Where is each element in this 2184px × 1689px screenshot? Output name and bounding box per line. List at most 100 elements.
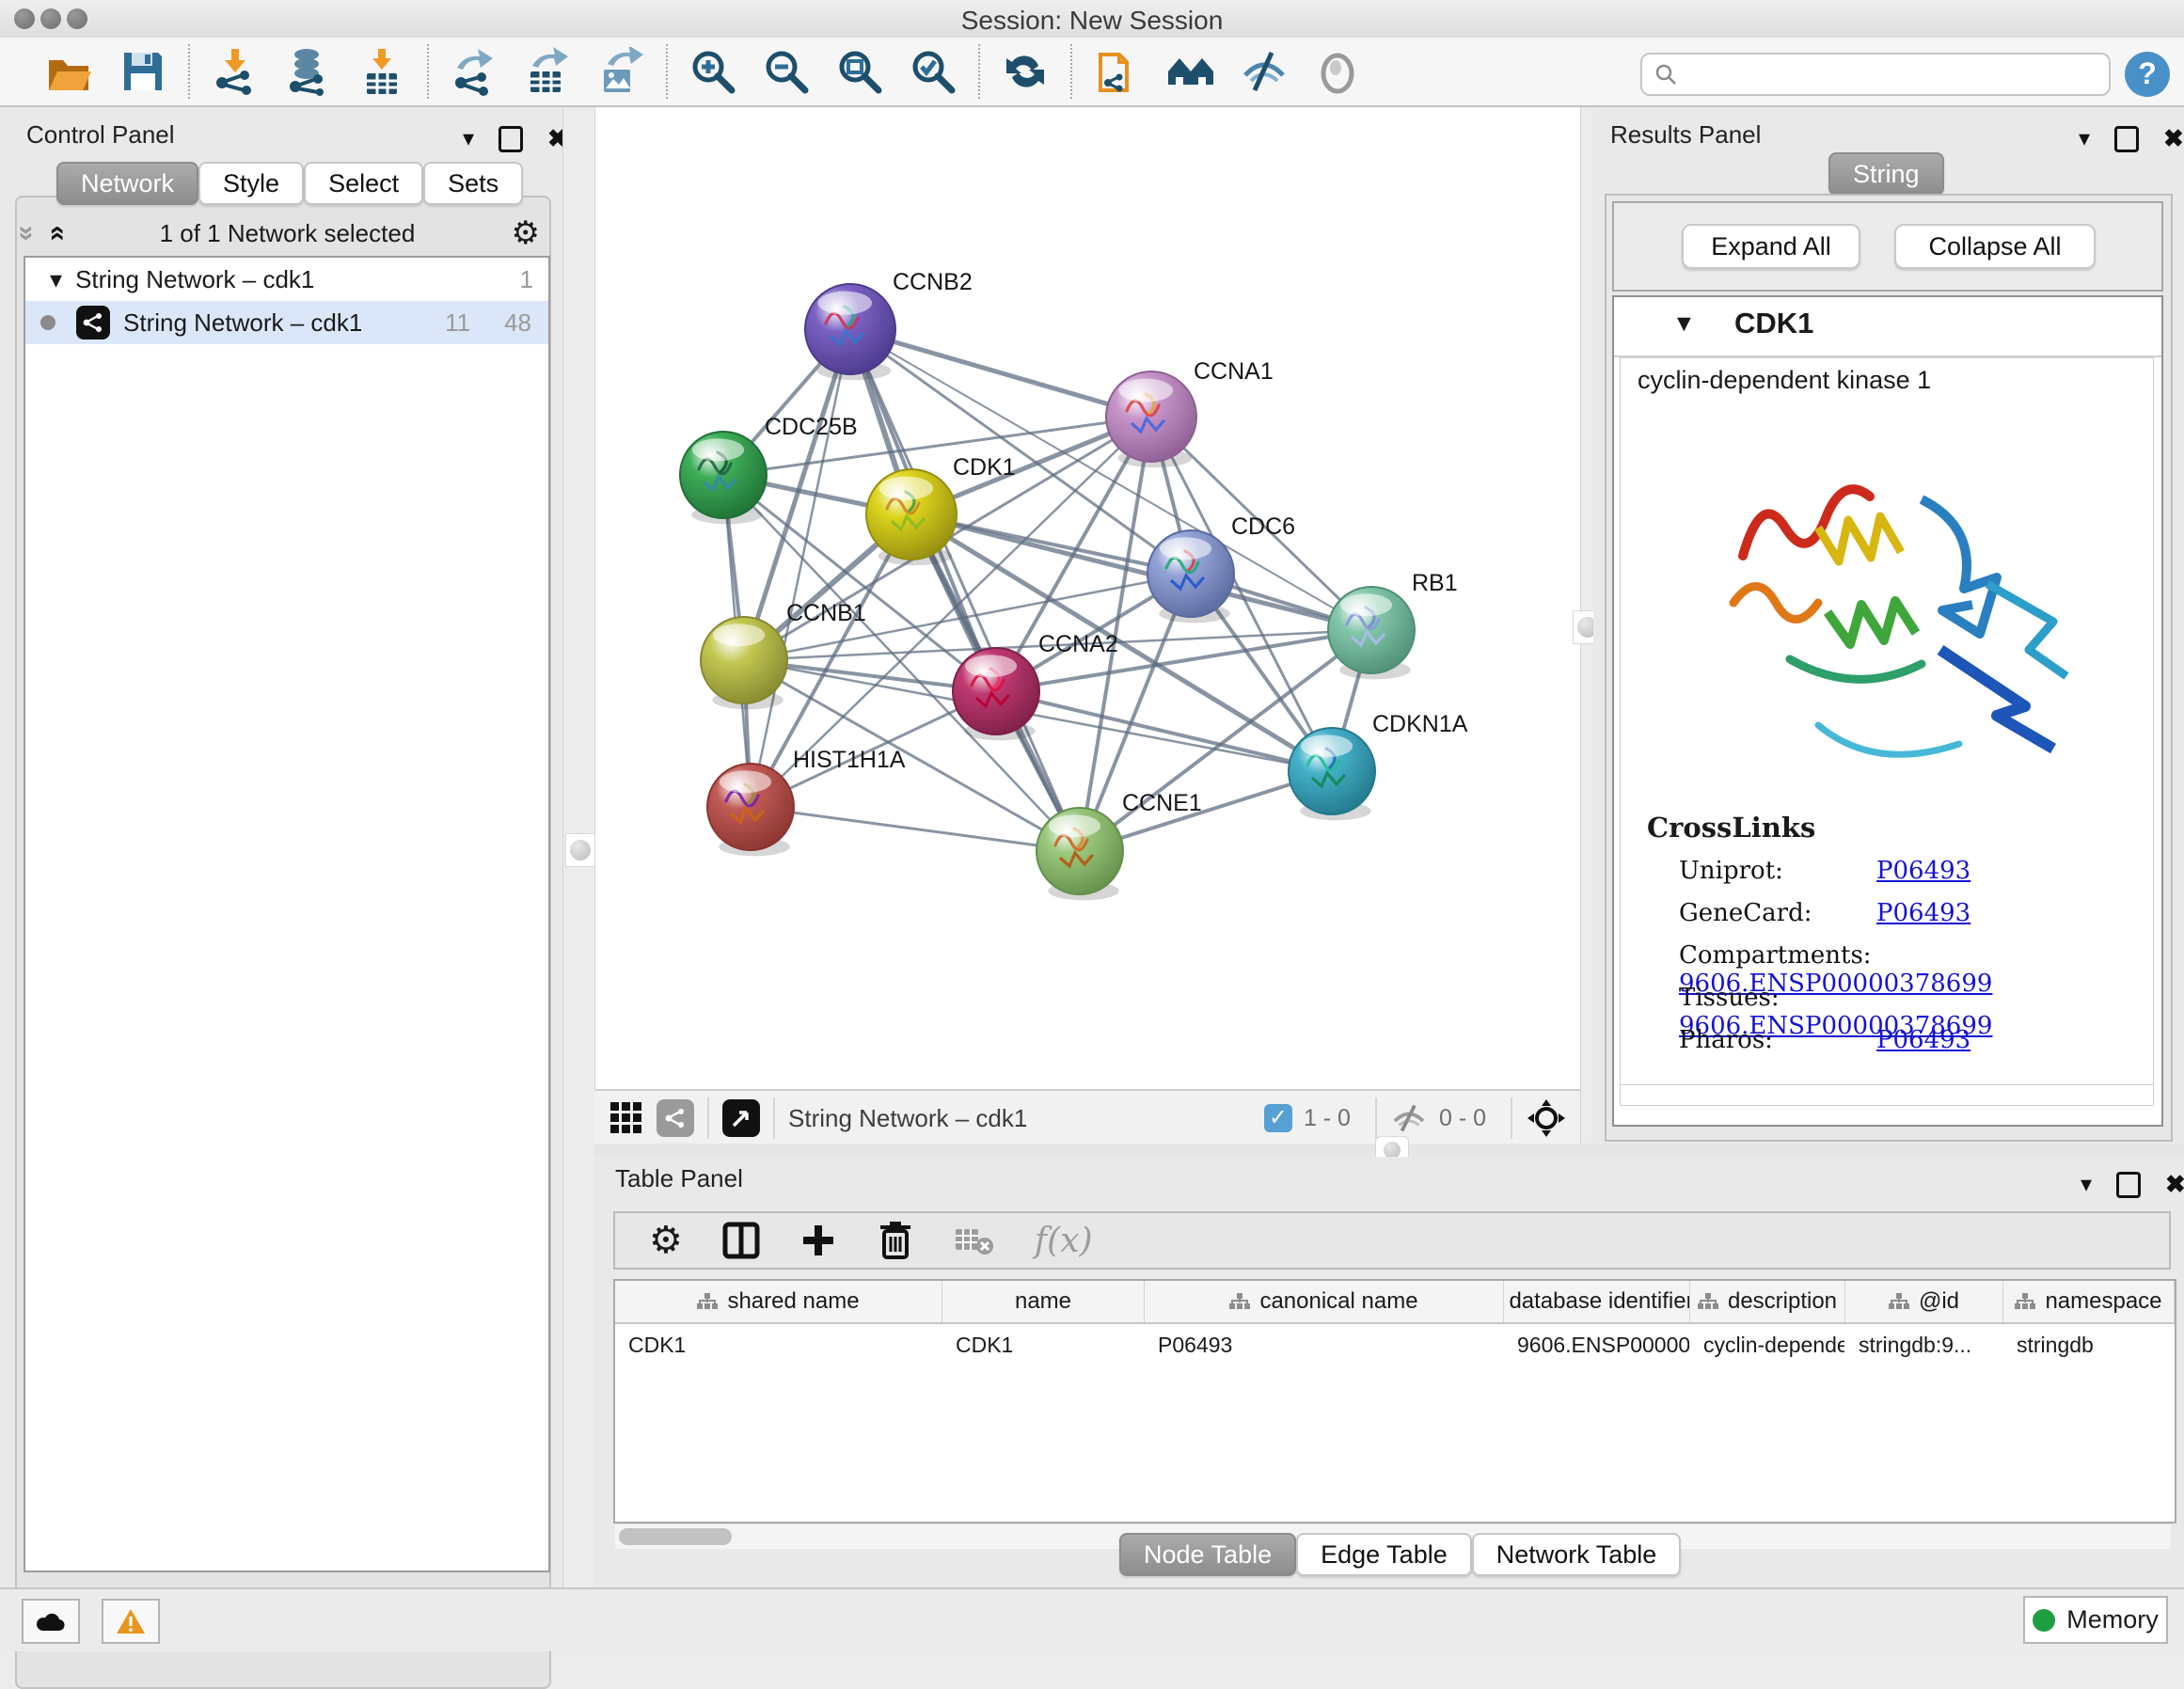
results-panel-close-icon[interactable]: ✖ [2163, 124, 2184, 153]
expand-all-button[interactable]: Expand All [1682, 224, 1860, 269]
network-canvas[interactable]: CCNB2CCNA1CDC25BCDK1CDC6RB1CCNB1CCNA2CDK… [594, 107, 1581, 1089]
collapse-all-button[interactable]: Collapse All [1894, 224, 2096, 269]
column-header--id[interactable]: @id [1845, 1281, 2003, 1322]
table-cell[interactable]: stringdb [2003, 1324, 2175, 1365]
import-network-file-icon[interactable] [211, 47, 260, 96]
delete-table-icon[interactable] [954, 1223, 995, 1257]
crosslink-link[interactable]: P06493 [1876, 857, 1970, 885]
results-tab-string[interactable]: String [1828, 152, 1944, 196]
tab-node-table[interactable]: Node Table [1119, 1533, 1296, 1576]
grid-view-icon[interactable] [609, 1101, 643, 1135]
zoom-in-icon[interactable] [688, 47, 737, 96]
table-cell[interactable]: CDK1 [615, 1324, 942, 1365]
table-panel-close-icon[interactable]: ✖ [2165, 1170, 2184, 1199]
eye-slash-icon[interactable] [1240, 47, 1289, 96]
expand-all-networks-icon[interactable]: » [40, 226, 71, 242]
control-panel-menu-icon[interactable]: ▾ [463, 125, 474, 152]
search-input[interactable] [1678, 60, 2086, 89]
table-settings-gear-icon[interactable]: ⚙ [649, 1219, 683, 1262]
graph-node-RB1[interactable] [1328, 587, 1415, 679]
memory-button[interactable]: Memory [2023, 1596, 2168, 1644]
table-cell[interactable]: 9606.ENSP00000378699 [1504, 1324, 1690, 1365]
column-header-database-identifier[interactable]: database identifier [1504, 1281, 1690, 1322]
tab-network[interactable]: Network [56, 162, 198, 205]
open-session-icon[interactable] [45, 47, 94, 96]
export-table-icon[interactable] [523, 47, 572, 96]
bottom-splitter[interactable] [594, 1144, 2184, 1157]
graph-node-HIST1H1A[interactable] [707, 764, 794, 856]
network-collection-row[interactable]: ▾ String Network – cdk1 1 [25, 258, 548, 301]
zoom-fit-icon[interactable] [835, 47, 884, 96]
document-share-icon[interactable] [1093, 47, 1142, 96]
column-header-name[interactable]: name [942, 1281, 1145, 1322]
crosslink-label: Compartments: [1679, 941, 1876, 970]
section-collapse-icon[interactable]: ▼ [1672, 310, 1696, 338]
import-network-database-icon[interactable] [284, 47, 333, 96]
delete-column-icon[interactable] [877, 1220, 914, 1261]
tree-expand-icon[interactable]: ▾ [50, 265, 62, 294]
tab-edge-table[interactable]: Edge Table [1296, 1533, 1472, 1576]
graph-node-CCNA2[interactable] [953, 648, 1039, 740]
table-cell[interactable]: stringdb:9... [1845, 1324, 2003, 1365]
export-network-icon[interactable] [450, 47, 499, 96]
control-panel-float-icon[interactable] [499, 126, 523, 152]
table-panel-menu-icon[interactable]: ▾ [2081, 1171, 2092, 1198]
detach-view-icon[interactable] [722, 1099, 760, 1137]
column-header-namespace[interactable]: namespace [2003, 1281, 2175, 1322]
selected-checkbox-icon[interactable]: ✓ [1264, 1104, 1292, 1132]
left-splitter[interactable] [562, 107, 596, 1587]
cloud-button[interactable] [22, 1599, 80, 1644]
network-overview-icon[interactable] [657, 1099, 694, 1137]
network-graph[interactable]: CCNB2CCNA1CDC25BCDK1CDC6RB1CCNB1CCNA2CDK… [595, 107, 1581, 1089]
graph-node-CCNB1[interactable] [701, 617, 787, 709]
graph-node-CDC6[interactable] [1147, 530, 1234, 623]
tab-style[interactable]: Style [198, 162, 304, 205]
control-panel-title: Control Panel [26, 120, 175, 150]
eye-icon[interactable] [1313, 47, 1362, 96]
graph-node-CDKN1A[interactable] [1289, 728, 1375, 820]
left-splitter-handle[interactable] [565, 833, 595, 867]
collection-label: String Network – cdk1 [75, 265, 314, 294]
table-hscrollbar-thumb[interactable] [619, 1528, 732, 1545]
tab-select[interactable]: Select [304, 162, 423, 205]
refresh-icon[interactable] [1001, 47, 1050, 96]
houses-icon[interactable] [1166, 47, 1215, 96]
table-cell[interactable]: cyclin-dependent ... [1690, 1324, 1845, 1365]
table-panel-float-icon[interactable] [2116, 1172, 2141, 1198]
fit-selected-crosshair-icon[interactable] [1526, 1097, 1567, 1139]
column-header-shared-name[interactable]: shared name [615, 1281, 942, 1322]
column-header-description[interactable]: description [1690, 1281, 1845, 1322]
search-box[interactable] [1640, 53, 2111, 96]
table-cell[interactable]: P06493 [1145, 1324, 1504, 1365]
zoom-out-icon[interactable] [762, 47, 811, 96]
network-node-count: 11 [445, 308, 470, 338]
function-builder-icon[interactable]: f(x) [1035, 1222, 1093, 1260]
collapse-all-networks-icon[interactable]: » [10, 226, 42, 242]
add-column-icon[interactable] [799, 1222, 837, 1259]
table-cell[interactable]: CDK1 [942, 1324, 1145, 1365]
table-row[interactable]: CDK1CDK1P064939606.ENSP00000378699cyclin… [615, 1324, 2175, 1365]
export-image-icon[interactable] [596, 47, 645, 96]
graph-node-CCNA1[interactable] [1106, 371, 1196, 467]
column-header-canonical-name[interactable]: canonical name [1145, 1281, 1504, 1322]
save-session-icon[interactable] [119, 47, 167, 96]
tab-network-table[interactable]: Network Table [1472, 1533, 1682, 1576]
network-row[interactable]: String Network – cdk1 11 48 [25, 301, 548, 344]
warnings-button[interactable] [102, 1599, 160, 1644]
help-icon[interactable]: ? [2124, 51, 2171, 98]
table-toolbar: ⚙ f(x) [613, 1211, 2171, 1270]
crosslink-link[interactable]: P06493 [1876, 1026, 1970, 1054]
crosslink-link[interactable]: P06493 [1876, 899, 1970, 927]
show-columns-icon[interactable] [722, 1222, 760, 1259]
graph-node-CDK1[interactable] [866, 469, 957, 565]
tab-sets[interactable]: Sets [423, 162, 523, 205]
network-selection-text: 1 of 1 Network selected [63, 219, 511, 248]
graph-node-label: CDC25B [765, 414, 858, 440]
zoom-selected-icon[interactable] [909, 47, 957, 96]
import-table-icon[interactable] [357, 47, 406, 96]
results-panel-menu-icon[interactable]: ▾ [2079, 125, 2090, 152]
graph-node-CDC25B[interactable] [680, 432, 767, 524]
network-options-gear-icon[interactable]: ⚙ [512, 214, 540, 252]
graph-node-CCNE1[interactable] [1037, 808, 1123, 900]
results-panel-float-icon[interactable] [2114, 126, 2139, 152]
